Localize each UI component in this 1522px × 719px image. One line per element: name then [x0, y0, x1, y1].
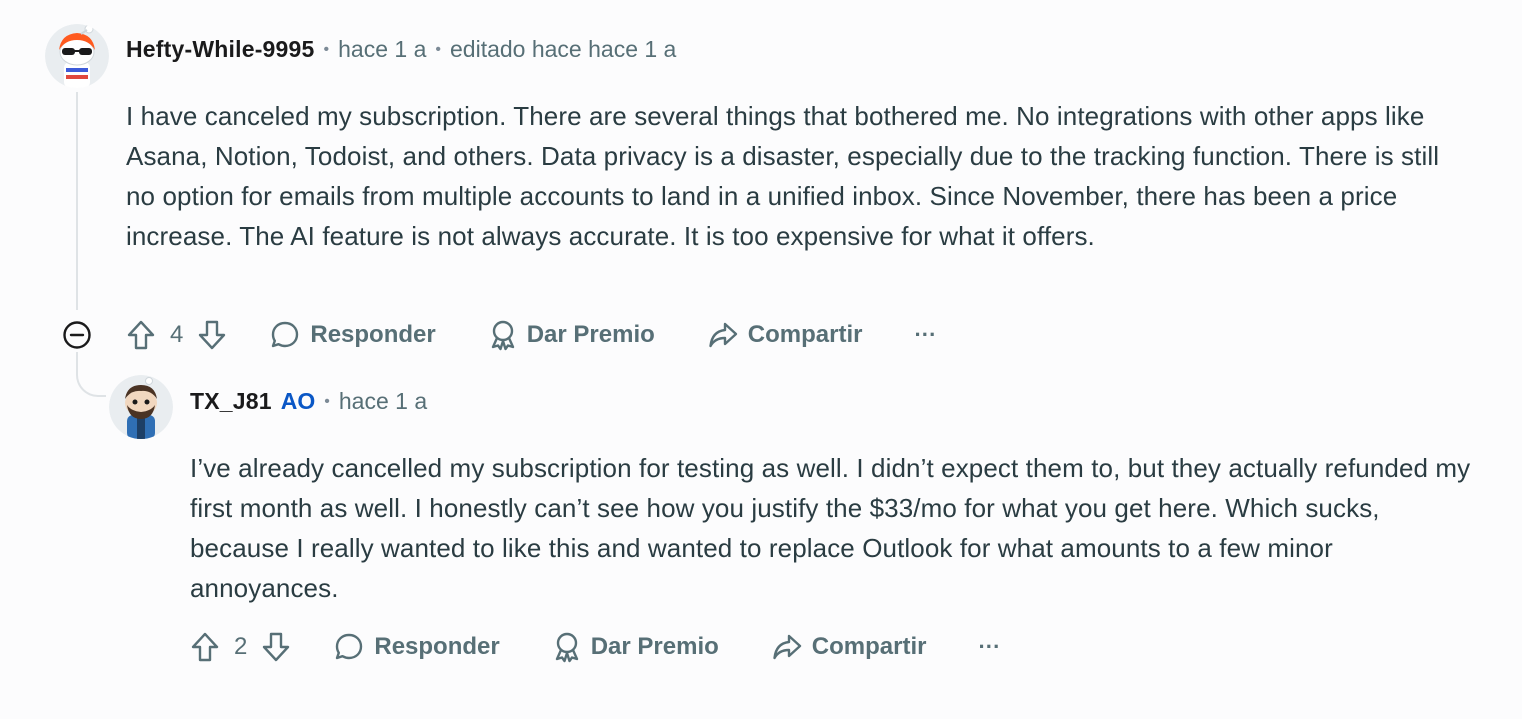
op-badge: AO	[280, 388, 316, 414]
share-label: Compartir	[747, 321, 863, 348]
upvote-icon	[191, 632, 219, 662]
comment-actions: 2 Responder Dar Premio Compartir ···	[190, 627, 1000, 667]
share-arrow-icon	[773, 634, 801, 660]
timestamp[interactable]: hace 1 a	[339, 388, 427, 415]
comment-body: I have canceled my subscription. There a…	[126, 96, 1471, 256]
thread-reply-connector	[76, 352, 106, 397]
comment-bubble-icon	[272, 321, 299, 348]
vote-count: 2	[234, 633, 248, 660]
avatar-snoo-icon	[109, 375, 173, 439]
share-button[interactable]: Compartir	[771, 631, 927, 663]
upvote-button[interactable]	[190, 631, 220, 663]
avatar[interactable]	[109, 375, 173, 439]
comment-meta: TX_J81 AO • hace 1 a	[190, 388, 427, 415]
thread-line	[76, 92, 78, 310]
downvote-icon	[199, 320, 226, 350]
comment-text: I’ve already cancelled my subscription f…	[190, 453, 1471, 603]
award-label: Dar Premio	[590, 633, 719, 660]
upvote-button[interactable]	[126, 319, 156, 351]
award-button[interactable]: Dar Premio	[552, 631, 719, 663]
comment-text: I have canceled my subscription. There a…	[126, 101, 1440, 251]
share-arrow-icon	[709, 322, 737, 348]
timestamp[interactable]: hace 1 a	[338, 36, 426, 63]
vote-count: 4	[170, 321, 184, 348]
reply-button[interactable]: Responder	[333, 631, 500, 663]
comment-bubble-icon	[336, 633, 363, 660]
share-button[interactable]: Compartir	[707, 319, 863, 351]
reply-label: Responder	[374, 633, 500, 660]
edited-label: editado hace hace 1 a	[450, 36, 677, 62]
upvote-icon	[127, 320, 155, 350]
avatar[interactable]	[45, 24, 109, 88]
award-label: Dar Premio	[526, 321, 655, 348]
more-dots-icon: ···	[978, 634, 1001, 659]
downvote-icon	[263, 632, 290, 662]
comment-meta: Hefty-While-9995 • hace 1 a • editado ha…	[126, 36, 676, 63]
award-icon	[555, 632, 578, 663]
more-options-button[interactable]: ···	[978, 634, 1000, 660]
comment-body: I’ve already cancelled my subscription f…	[190, 448, 1472, 608]
reply-label: Responder	[310, 321, 436, 348]
avatar-snoo-icon	[45, 24, 109, 88]
separator-dot: •	[324, 392, 330, 410]
reply-button[interactable]: Responder	[269, 319, 436, 351]
more-dots-icon: ···	[914, 322, 937, 347]
collapse-minus-icon	[63, 321, 91, 349]
username[interactable]: TX_J81	[190, 388, 272, 415]
separator-dot: •	[323, 40, 330, 58]
share-label: Compartir	[811, 633, 927, 660]
username[interactable]: Hefty-While-9995	[126, 36, 315, 63]
downvote-button[interactable]	[197, 319, 227, 351]
downvote-button[interactable]	[261, 631, 291, 663]
comment-actions: 4 Responder Dar Premio Compartir ···	[126, 315, 936, 355]
award-icon	[491, 320, 514, 351]
more-options-button[interactable]: ···	[914, 322, 936, 348]
award-button[interactable]: Dar Premio	[488, 319, 655, 351]
collapse-thread-button[interactable]	[62, 320, 92, 350]
separator-dot: •	[435, 40, 441, 58]
